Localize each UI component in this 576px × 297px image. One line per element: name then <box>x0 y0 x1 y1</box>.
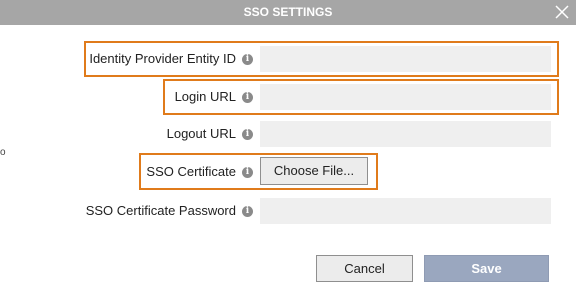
info-icon[interactable]: i <box>242 92 253 103</box>
edge-fragment: o <box>0 147 6 158</box>
info-icon[interactable]: i <box>242 54 253 65</box>
logout-url-label: Logout URL <box>166 126 236 141</box>
choose-file-button[interactable]: Choose File... <box>260 157 368 185</box>
entity-id-input[interactable] <box>260 46 551 72</box>
info-icon[interactable]: i <box>242 167 253 178</box>
dialog-title: SSO SETTINGS <box>243 5 333 19</box>
info-icon[interactable]: i <box>242 129 253 140</box>
cancel-button[interactable]: Cancel <box>316 255 413 282</box>
close-icon[interactable] <box>554 4 570 20</box>
dialog-titlebar: SSO SETTINGS <box>0 0 576 25</box>
login-url-label: Login URL <box>174 89 236 104</box>
cert-password-input[interactable] <box>260 198 551 224</box>
save-button[interactable]: Save <box>424 255 549 282</box>
entity-id-label: Identity Provider Entity ID <box>89 51 236 66</box>
logout-url-input[interactable] <box>260 121 551 147</box>
login-url-input[interactable] <box>260 84 551 110</box>
certificate-label: SSO Certificate <box>146 164 236 179</box>
cert-password-label: SSO Certificate Password <box>85 203 236 218</box>
info-icon[interactable]: i <box>242 206 253 217</box>
